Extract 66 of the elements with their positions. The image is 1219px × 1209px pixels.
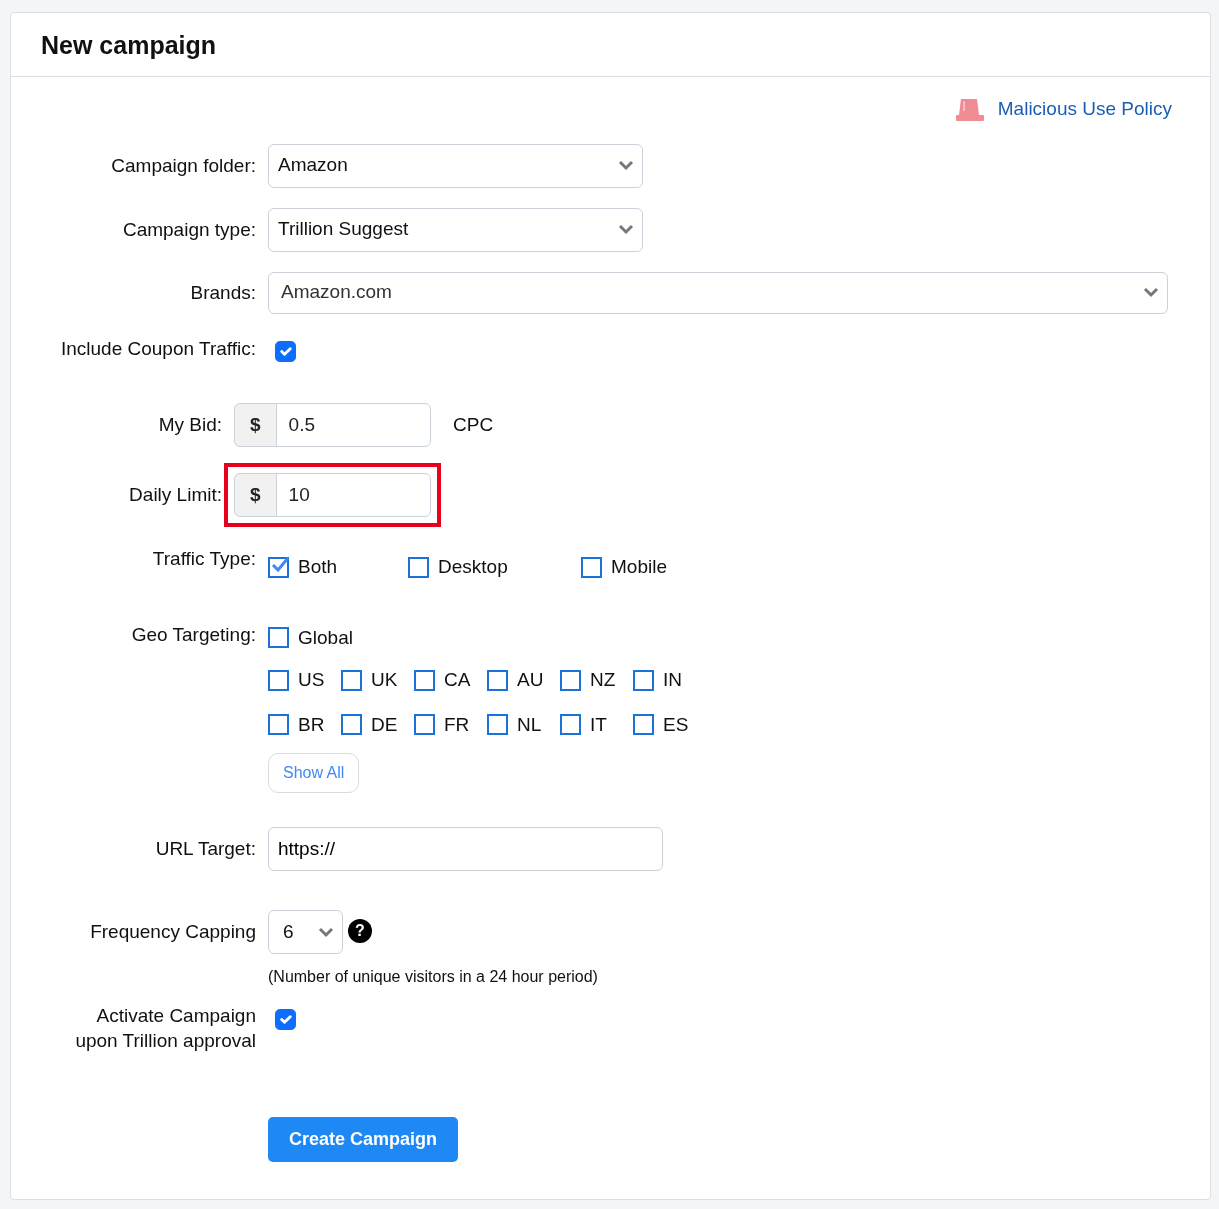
hint-text: (Number of unique visitors in a 24 hour period) (268, 967, 598, 987)
field-label: Campaign type: (121, 217, 256, 242)
field-label: Geo Targeting: (130, 622, 256, 647)
checkbox[interactable] (581, 556, 602, 578)
card-title: New campaign (41, 29, 217, 60)
checkbox[interactable] (633, 714, 654, 736)
checkbox[interactable] (268, 627, 289, 649)
checkbox[interactable] (268, 669, 289, 691)
option-label: NL (517, 712, 542, 737)
checkbox[interactable] (341, 669, 362, 691)
checkbox[interactable] (414, 714, 435, 736)
help-icon[interactable]: ? (348, 919, 372, 943)
currency-addon: $ (234, 473, 277, 517)
url-field[interactable]: https:// (268, 827, 663, 871)
checkbox[interactable] (408, 556, 429, 578)
checkbox[interactable] (275, 1009, 296, 1030)
field-label: URL Target: (154, 837, 256, 861)
chevron-icon (618, 224, 634, 235)
chevron-icon (318, 926, 334, 938)
option-label: ES (663, 712, 689, 737)
input-field[interactable]: 10 (275, 473, 431, 517)
field-label: Activate Campaign upon Trillion approval (74, 1004, 256, 1053)
option-label: UK (371, 668, 398, 692)
show-all-button[interactable]: Show All (268, 753, 360, 793)
option-label: IN (663, 668, 682, 692)
currency-addon: $ (234, 403, 277, 447)
field-label: Daily Limit: (128, 483, 222, 507)
chevron-icon (1143, 287, 1159, 298)
unit-label: CPC (453, 413, 494, 437)
option-label: Mobile (611, 555, 667, 579)
option-label: IT (590, 712, 607, 737)
option-label: DE (371, 712, 398, 737)
option-label: Global (298, 625, 353, 650)
checkbox[interactable] (275, 340, 296, 362)
input-field[interactable]: 0.5 (275, 403, 431, 447)
select-field[interactable]: Amazon (268, 143, 643, 188)
field-label: Brands: (189, 280, 256, 305)
field-label: Traffic Type: (151, 547, 256, 571)
checkbox[interactable] (487, 714, 508, 736)
checkbox[interactable] (414, 669, 435, 691)
select-field[interactable]: 6 (268, 910, 343, 954)
create-campaign-button[interactable]: Create Campaign (268, 1117, 459, 1162)
select-field[interactable]: Trillion Suggest (268, 207, 643, 252)
option-label: NZ (590, 668, 616, 692)
chevron-icon (618, 160, 634, 171)
checkbox[interactable] (268, 556, 289, 578)
field-label: Include Coupon Traffic: (59, 336, 256, 361)
checkbox[interactable] (487, 669, 508, 691)
option-label: FR (444, 712, 470, 737)
field-label: Frequency Capping (89, 920, 256, 944)
checkbox[interactable] (268, 714, 289, 736)
option-label: CA (444, 668, 471, 692)
policy-link[interactable]: Malicious Use Policy (955, 95, 1172, 124)
option-label: BR (298, 712, 325, 737)
select-field[interactable]: Amazon.com (268, 271, 1168, 314)
option-label: Desktop (438, 555, 508, 579)
option-label: Both (298, 555, 338, 579)
checkbox[interactable] (341, 714, 362, 736)
option-label: AU (517, 668, 544, 692)
option-label: US (298, 668, 325, 692)
checkbox[interactable] (560, 714, 581, 736)
field-label: My Bid: (157, 413, 222, 437)
beacon-icon (955, 97, 984, 122)
checkbox[interactable] (560, 669, 581, 691)
field-label: Campaign folder: (110, 153, 256, 178)
checkbox[interactable] (633, 669, 654, 691)
